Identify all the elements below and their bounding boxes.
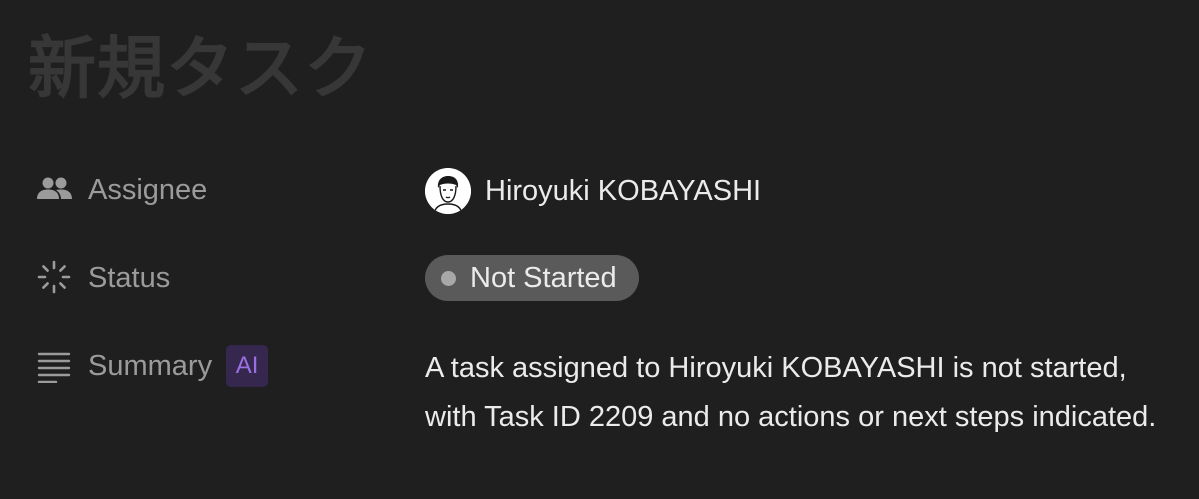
avatar <box>425 168 471 214</box>
property-label-assignee[interactable]: Assignee <box>36 168 207 212</box>
status-dot <box>441 270 456 286</box>
assignee-value[interactable]: Hiroyuki KOBAYASHI <box>425 168 761 214</box>
status-text: Not Started <box>470 261 617 294</box>
text-lines-icon <box>36 347 74 385</box>
page-title[interactable]: 新規タスク <box>28 22 373 118</box>
property-label-text: Assignee <box>88 173 208 206</box>
assignee-name: Hiroyuki KOBAYASHI <box>485 174 762 207</box>
loading-spinner-icon <box>36 259 74 297</box>
property-label-text: Summary <box>88 349 213 382</box>
summary-text[interactable]: A task assigned to Hiroyuki KOBAYASHI is… <box>425 344 1175 442</box>
status-value[interactable]: Not Started <box>425 255 639 301</box>
task-page: 新規タスク Assignee Hiroyuki KOBAYASHI Status… <box>0 0 1199 499</box>
property-label-summary[interactable]: Summary AI <box>36 344 269 388</box>
status-pill[interactable]: Not Started <box>425 255 639 301</box>
people-icon <box>36 171 74 209</box>
ai-badge[interactable]: AI <box>226 345 269 387</box>
property-label-status[interactable]: Status <box>36 256 170 300</box>
property-label-text: Status <box>88 261 171 294</box>
